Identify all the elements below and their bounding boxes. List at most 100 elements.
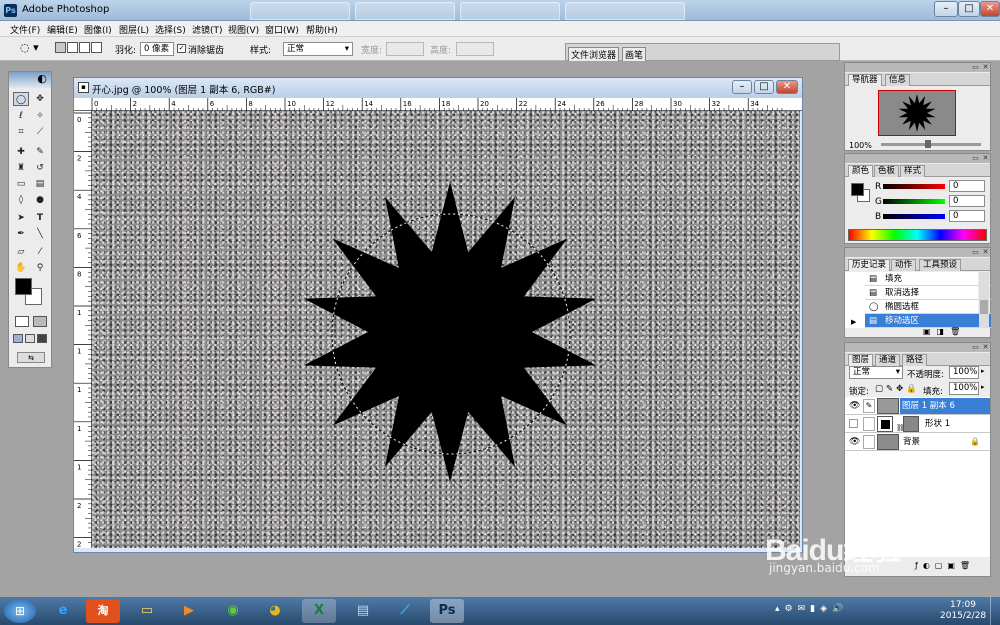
show-desktop-button[interactable] [990,597,1000,625]
layer-row[interactable]: 👁 背景 🔒 [845,433,990,451]
layer-name[interactable]: 形状 1 [925,415,950,433]
link-box[interactable] [863,417,875,431]
menu-layer[interactable]: 图层(L) [119,23,149,36]
menu-filter[interactable]: 滤镜(T) [192,23,223,36]
eraser-tool-icon[interactable]: ▭ [13,177,29,191]
panel-minimize-icon[interactable]: ▭ [971,343,980,352]
tab-styles[interactable]: 样式 [900,165,926,177]
move-tool-icon[interactable]: ✥ [32,92,48,106]
lasso-tool-icon[interactable]: ℓ [13,109,29,123]
menu-file[interactable]: 文件(F) [10,23,40,36]
antialias-checkbox[interactable]: ✓ [177,44,186,53]
panel-close-icon[interactable]: ✕ [981,154,990,163]
panel-drag-bar[interactable] [845,63,990,72]
panel-minimize-icon[interactable]: ▭ [971,63,980,72]
menu-image[interactable]: 图像(I) [84,23,112,36]
history-item[interactable]: ▤ 填充 [865,272,991,286]
channel-g-input[interactable]: 0 [949,195,985,207]
history-scroll-thumb[interactable] [980,300,988,314]
eye-toggle-empty[interactable] [849,419,858,428]
opacity-arrow-icon[interactable]: ▸ [981,367,985,375]
close-button[interactable]: ✕ [980,1,1000,17]
ie-icon[interactable]: e [46,599,80,623]
notes-tool-icon[interactable]: ▱ [13,245,29,259]
tab-tool-presets[interactable]: 工具预设 [919,259,962,271]
gradient-tool-icon[interactable]: ▤ [32,177,48,191]
panel-drag-bar[interactable] [845,248,990,257]
brush-link-icon[interactable]: ✎ [863,399,875,413]
minimize-button[interactable]: – [934,1,958,17]
tab-info[interactable]: 信息 [885,74,911,86]
fg-color-swatch-front[interactable] [851,183,864,196]
background-window-tab[interactable] [250,2,350,20]
hand-tool-icon[interactable]: ✋ [13,261,29,275]
screen-mode-standard-icon[interactable] [13,334,23,343]
tab-channels[interactable]: 通道 [875,354,901,366]
standard-mode-icon[interactable] [15,316,29,327]
width-input[interactable] [386,42,424,56]
history-footer-icons[interactable]: ▣◨🗑 [923,327,966,336]
jump-to-imageready-icon[interactable]: ⇆ [17,352,45,363]
start-button[interactable]: ⊞ [4,599,36,623]
panel-close-icon[interactable]: ✕ [981,63,990,72]
panel-close-icon[interactable]: ✕ [981,343,990,352]
tab-paths[interactable]: 路径 [902,354,928,366]
tab-navigator[interactable]: 导航器 [848,74,882,86]
menu-view[interactable]: 视图(V) [228,23,259,36]
explorer-icon[interactable]: ▭ [130,599,164,623]
tab-layers[interactable]: 图层 [848,354,874,366]
fill-input[interactable]: 100% [949,382,979,395]
channel-r-input[interactable]: 0 [949,180,985,192]
feather-input[interactable]: 0 像素 [140,42,174,56]
blur-tool-icon[interactable]: ◊ [13,193,29,207]
brush-tool-icon[interactable]: ✎ [32,145,48,159]
photoshop-icon[interactable]: Ps [430,599,464,623]
slice-tool-icon[interactable]: ⟋ [32,125,48,139]
image-canvas[interactable] [92,111,800,548]
menu-edit[interactable]: 编辑(E) [47,23,78,36]
panel-drag-bar[interactable] [845,154,990,163]
eye-icon[interactable]: 👁 [849,397,860,415]
file-browser-tab[interactable]: 文件浏览器 [568,47,620,62]
layer-row[interactable]: 👁 ✎ 图层 1 副本 6 [845,397,990,415]
line-tool-icon[interactable]: ╲ [32,227,48,241]
new-selection-icon[interactable] [55,42,66,53]
adobe-online-icon[interactable]: ◐ [9,72,51,88]
tab-actions[interactable]: 动作 [891,259,917,271]
tab-color[interactable]: 颜色 [848,165,874,177]
panel-minimize-icon[interactable]: ▭ [971,248,980,257]
foreground-color-swatch-top[interactable] [15,278,32,295]
layer-name[interactable]: 背景 [903,433,920,451]
marquee-tool-icon[interactable]: ◯ [13,92,29,106]
eye-icon[interactable]: 👁 [849,433,860,451]
subtract-selection-icon[interactable] [79,42,90,53]
dodge-tool-icon[interactable]: ● [32,193,48,207]
quick-mask-mode-icon[interactable] [33,316,47,327]
doc-maximize-button[interactable]: □ [754,80,774,94]
eyedropper-tool-icon[interactable]: ⁄ [32,245,48,259]
taobao-icon[interactable]: 淘 [86,599,120,623]
healing-brush-tool-icon[interactable]: ✚ [13,145,29,159]
channel-g-slider[interactable] [883,199,945,204]
zoom-slider[interactable] [881,140,981,148]
tab-swatches[interactable]: 色板 [874,165,900,177]
menu-window[interactable]: 窗口(W) [265,23,299,36]
clone-stamp-tool-icon[interactable]: ♜ [13,161,29,175]
color-spectrum-bar[interactable] [848,229,987,241]
doc-close-button[interactable]: ✕ [776,80,798,94]
intersect-selection-icon[interactable] [91,42,102,53]
maximize-button[interactable]: □ [958,1,980,17]
crop-tool-icon[interactable]: ⌗ [13,125,29,139]
channel-b-input[interactable]: 0 [949,210,985,222]
history-scrollbar[interactable] [979,272,989,328]
system-tray-icons[interactable]: ▴⚙✉▮◈🔊 [775,604,848,614]
history-item[interactable]: ◯ 椭圆选框 [865,300,991,314]
chrome-icon[interactable]: ◕ [258,599,292,623]
panel-close-icon[interactable]: ✕ [981,248,990,257]
navigator-thumbnail[interactable] [878,90,956,136]
history-item[interactable]: ▤ 取消选择 [865,286,991,300]
panel-minimize-icon[interactable]: ▭ [971,154,980,163]
media-player-icon[interactable]: ▶ [172,599,206,623]
excel-icon[interactable]: X [302,599,336,623]
path-selection-tool-icon[interactable]: ➤ [13,211,29,225]
